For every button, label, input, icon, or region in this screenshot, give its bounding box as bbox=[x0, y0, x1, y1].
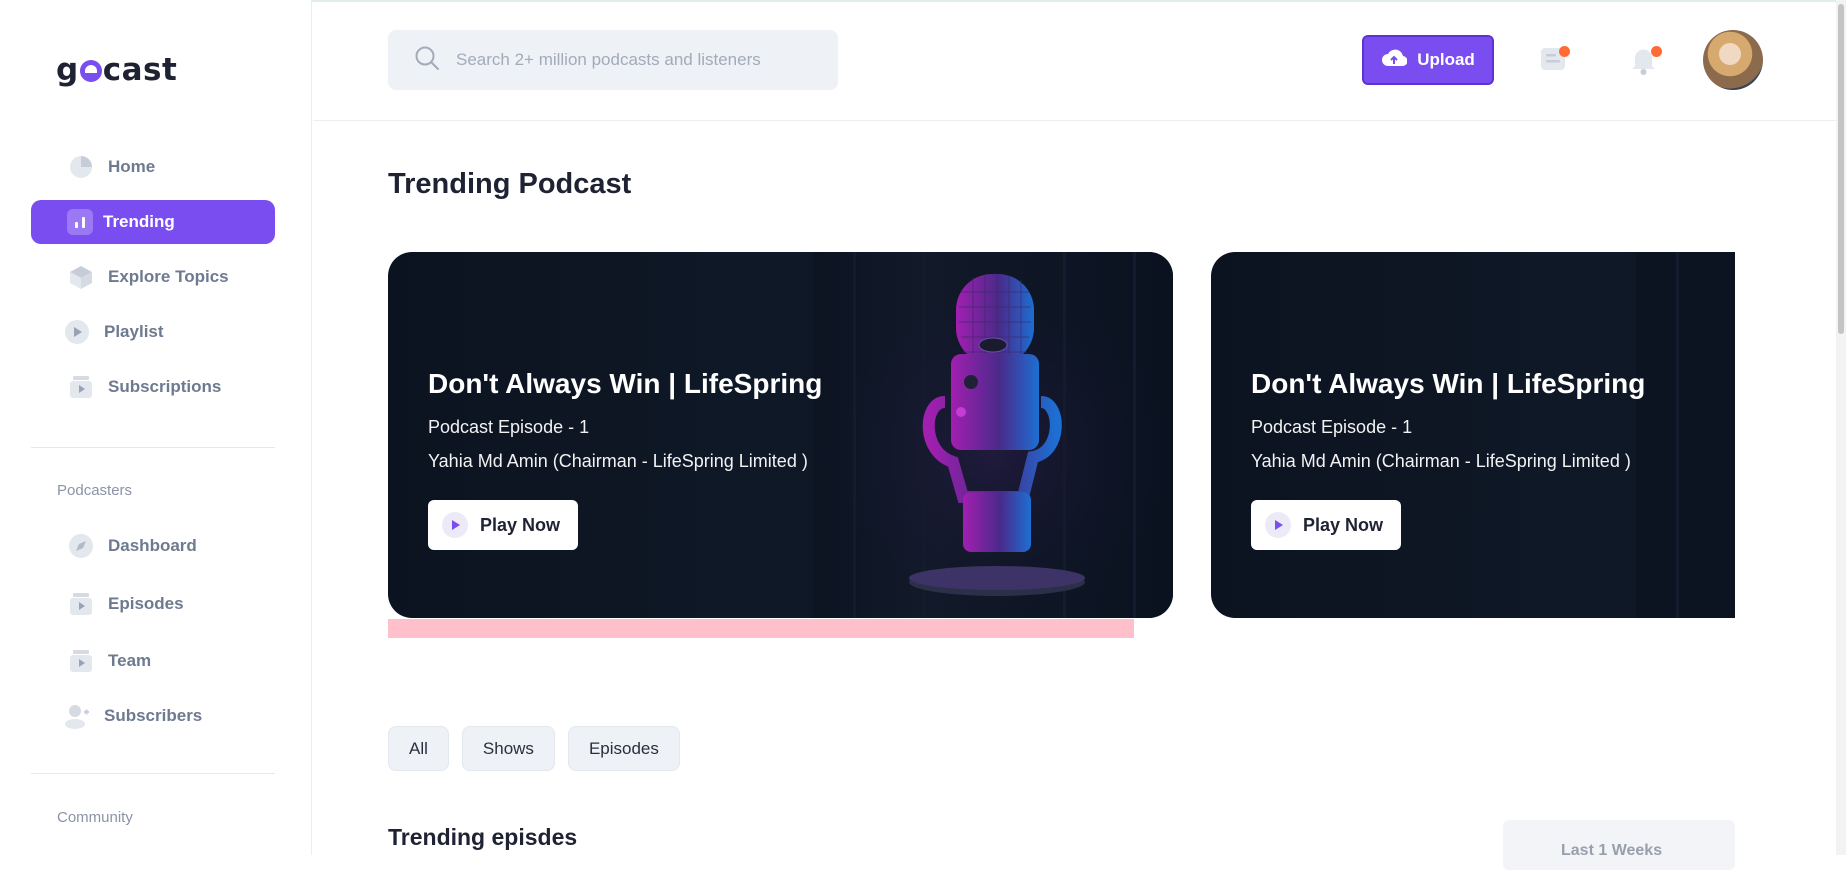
logo-mic-icon bbox=[79, 60, 102, 82]
sidebar-item-label: Team bbox=[108, 651, 152, 670]
play-icon bbox=[1265, 512, 1291, 538]
sidebar: g cast Home Trending Explore Topics Playl… bbox=[0, 0, 312, 855]
search-bar[interactable] bbox=[388, 30, 838, 90]
sidebar-item-label: Trending bbox=[103, 212, 175, 231]
podcasters-nav: Dashboard Episodes Team Subscribers bbox=[31, 524, 275, 749]
scrollbar-thumb[interactable] bbox=[1838, 4, 1844, 334]
sidebar-item-label: Dashboard bbox=[108, 536, 197, 555]
play-circle-icon bbox=[64, 319, 90, 345]
pie-chart-icon bbox=[68, 154, 94, 180]
page-title: Trending Podcast bbox=[388, 168, 632, 200]
cloud-upload-icon bbox=[1381, 48, 1408, 73]
play-now-label: Play Now bbox=[480, 514, 561, 535]
app-logo[interactable]: g cast bbox=[56, 52, 177, 88]
sidebar-item-explore-topics[interactable]: Explore Topics bbox=[31, 255, 275, 299]
notification-dot bbox=[1559, 46, 1570, 57]
sidebar-item-dashboard[interactable]: Dashboard bbox=[31, 524, 275, 568]
sidebar-item-label: Subscriptions bbox=[108, 377, 222, 396]
sidebar-divider bbox=[31, 773, 275, 774]
section-title-community: Community bbox=[57, 809, 133, 826]
sidebar-item-team[interactable]: Team bbox=[31, 639, 275, 683]
sidebar-item-label: Subscribers bbox=[104, 706, 203, 725]
sidebar-item-subscriptions[interactable]: Subscriptions bbox=[31, 365, 275, 409]
card-title: Don't Always Win | LifeSpring bbox=[1251, 368, 1646, 399]
sidebar-item-label: Episodes bbox=[108, 594, 184, 613]
carousel-progress-bar bbox=[388, 619, 1134, 638]
user-add-icon bbox=[64, 703, 90, 729]
sidebar-item-home[interactable]: Home bbox=[31, 145, 275, 189]
microphone-image bbox=[813, 252, 1173, 618]
play-now-button[interactable]: Play Now bbox=[1251, 500, 1401, 550]
main-nav: Home Trending Explore Topics Playlist Su… bbox=[31, 145, 275, 420]
trending-carousel: Don't Always Win | LifeSpring Podcast Ep… bbox=[388, 252, 1735, 642]
bar-chart-icon bbox=[67, 209, 93, 235]
sidebar-item-label: Playlist bbox=[104, 322, 164, 341]
podcast-card[interactable]: Don't Always Win | LifeSpring Podcast Ep… bbox=[388, 252, 1173, 618]
filter-shows[interactable]: Shows bbox=[461, 726, 555, 771]
notifications-button[interactable] bbox=[1630, 44, 1662, 76]
sidebar-divider bbox=[31, 447, 275, 448]
search-icon bbox=[414, 45, 440, 76]
play-now-label: Play Now bbox=[1303, 514, 1384, 535]
sidebar-item-subscribers[interactable]: Subscribers bbox=[31, 694, 275, 738]
microphone-image bbox=[1636, 252, 1735, 618]
page-scrollbar[interactable] bbox=[1836, 0, 1846, 855]
filter-tabs: All Shows Episodes bbox=[388, 726, 680, 771]
card-subtitle: Podcast Episode - 1 bbox=[1251, 417, 1413, 437]
filter-all[interactable]: All bbox=[388, 726, 449, 771]
notification-dot bbox=[1651, 46, 1662, 57]
section-title-podcasters: Podcasters bbox=[57, 482, 133, 499]
messages-button[interactable] bbox=[1540, 44, 1572, 76]
sidebar-item-label: Explore Topics bbox=[108, 267, 229, 286]
card-subtitle: Podcast Episode - 1 bbox=[428, 417, 590, 437]
card-title: Don't Always Win | LifeSpring bbox=[428, 368, 823, 399]
card-author: Yahia Md Amin (Chairman - LifeSpring Lim… bbox=[428, 451, 808, 471]
cube-icon bbox=[68, 264, 94, 290]
sidebar-item-episodes[interactable]: Episodes bbox=[31, 582, 275, 626]
sidebar-item-trending[interactable]: Trending bbox=[31, 200, 275, 244]
user-avatar[interactable] bbox=[1703, 30, 1763, 90]
upload-button[interactable]: Upload bbox=[1362, 35, 1494, 85]
sidebar-item-label: Home bbox=[108, 157, 156, 176]
play-icon bbox=[442, 512, 468, 538]
filter-episodes[interactable]: Episodes bbox=[567, 726, 680, 771]
search-input[interactable] bbox=[456, 50, 836, 70]
upload-label: Upload bbox=[1417, 50, 1475, 69]
podcast-card[interactable]: Don't Always Win | LifeSpring Podcast Ep… bbox=[1211, 252, 1735, 618]
section-title-trending-episodes: Trending episdes bbox=[388, 824, 578, 850]
subscription-icon bbox=[68, 374, 94, 400]
header-divider bbox=[313, 120, 1846, 121]
sidebar-item-playlist[interactable]: Playlist bbox=[31, 310, 275, 354]
compass-icon bbox=[68, 533, 94, 559]
card-author: Yahia Md Amin (Chairman - LifeSpring Lim… bbox=[1251, 451, 1631, 471]
episodes-icon bbox=[68, 591, 94, 617]
team-icon bbox=[68, 648, 94, 674]
period-select[interactable]: Last 1 Weeks bbox=[1503, 820, 1735, 870]
play-now-button[interactable]: Play Now bbox=[428, 500, 578, 550]
